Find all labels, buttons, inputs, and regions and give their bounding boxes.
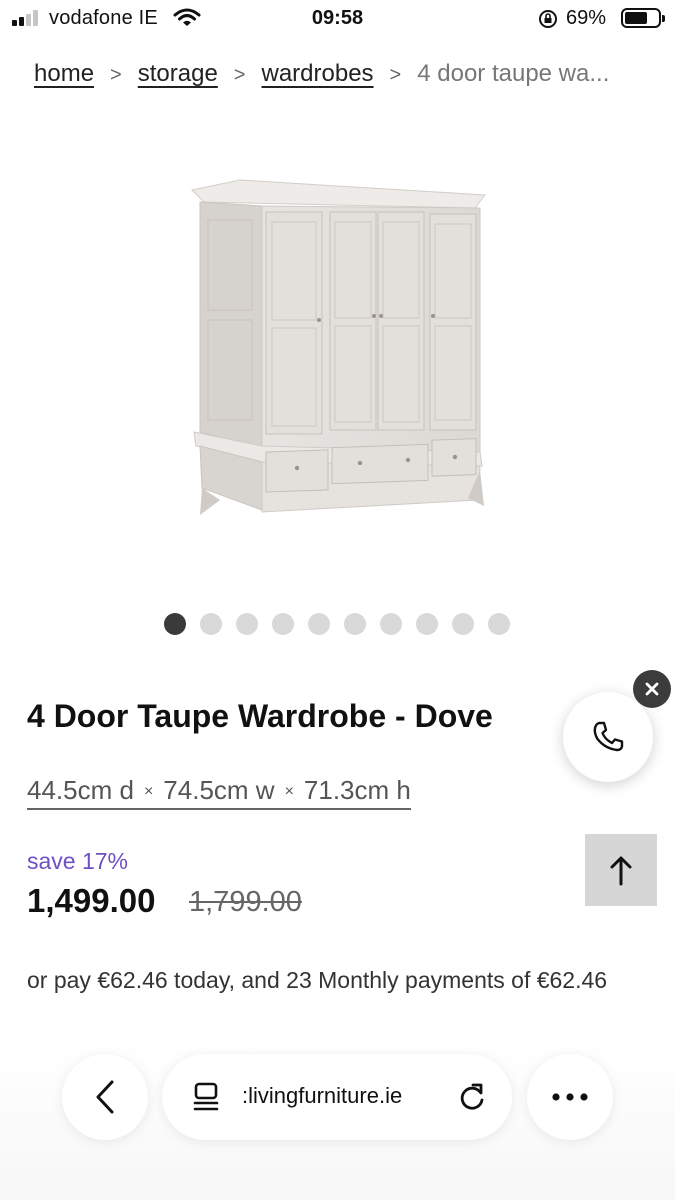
orientation-lock-icon bbox=[539, 10, 557, 28]
dimension-separator: × bbox=[143, 783, 154, 800]
breadcrumb: home > storage > wardrobes > 4 door taup… bbox=[34, 60, 654, 88]
dimension-height: 71.3cm h bbox=[303, 775, 411, 805]
dimension-width: 74.5cm w bbox=[163, 775, 275, 805]
breadcrumb-separator: > bbox=[233, 64, 246, 86]
save-badge: save 17% bbox=[27, 848, 129, 874]
dimension-separator: × bbox=[284, 783, 294, 800]
finance-text: or pay €62.46 today, and 23 Monthly paym… bbox=[27, 967, 608, 993]
reader-icon[interactable] bbox=[192, 1082, 220, 1112]
battery-icon bbox=[621, 8, 665, 28]
phone-icon bbox=[593, 721, 624, 752]
address-bar[interactable]: :livingfurniture.ie bbox=[162, 1054, 512, 1140]
carousel-dot[interactable] bbox=[200, 613, 222, 635]
more-options-button[interactable] bbox=[527, 1054, 613, 1140]
dimension-depth: 44.5cm d bbox=[27, 775, 134, 805]
call-button[interactable] bbox=[563, 692, 653, 782]
breadcrumb-home-link[interactable]: home bbox=[34, 60, 94, 88]
carousel-dot[interactable] bbox=[164, 613, 186, 635]
close-icon bbox=[645, 682, 659, 696]
carousel-dot[interactable] bbox=[236, 613, 258, 635]
breadcrumb-storage-link[interactable]: storage bbox=[138, 60, 218, 88]
carousel-dot[interactable] bbox=[488, 613, 510, 635]
breadcrumb-current: 4 door taupe wa... bbox=[417, 60, 610, 87]
breadcrumb-separator: > bbox=[389, 64, 402, 86]
image-carousel-dots bbox=[164, 613, 524, 635]
product-price: 1,499.00 bbox=[27, 882, 156, 919]
breadcrumb-wardrobes-link[interactable]: wardrobes bbox=[261, 60, 373, 88]
carousel-dot[interactable] bbox=[308, 613, 330, 635]
url-text: :livingfurniture.ie bbox=[242, 1083, 403, 1108]
product-dimensions-link[interactable]: 44.5cm d × 74.5cm w × 71.3cm h bbox=[27, 775, 411, 810]
carousel-dot[interactable] bbox=[380, 613, 402, 635]
product-old-price: 1,799.00 bbox=[189, 886, 302, 918]
scroll-to-top-button[interactable] bbox=[585, 834, 657, 906]
close-call-widget-button[interactable] bbox=[633, 670, 671, 708]
back-button[interactable] bbox=[62, 1054, 148, 1140]
carousel-dot[interactable] bbox=[452, 613, 474, 635]
breadcrumb-separator: > bbox=[110, 64, 122, 86]
carousel-dot[interactable] bbox=[272, 613, 294, 635]
product-title: 4 Door Taupe Wardrobe - Dove bbox=[27, 698, 493, 734]
reload-icon[interactable] bbox=[456, 1080, 488, 1114]
carousel-dot[interactable] bbox=[416, 613, 438, 635]
battery-percent: 69% bbox=[566, 7, 607, 29]
arrow-up-icon bbox=[610, 856, 632, 886]
chevron-left-icon bbox=[96, 1080, 114, 1114]
status-bar: vodafone IE 09:58 69% bbox=[0, 0, 675, 36]
more-icon bbox=[552, 1093, 588, 1101]
carousel-dot[interactable] bbox=[344, 613, 366, 635]
product-image[interactable] bbox=[180, 170, 500, 530]
